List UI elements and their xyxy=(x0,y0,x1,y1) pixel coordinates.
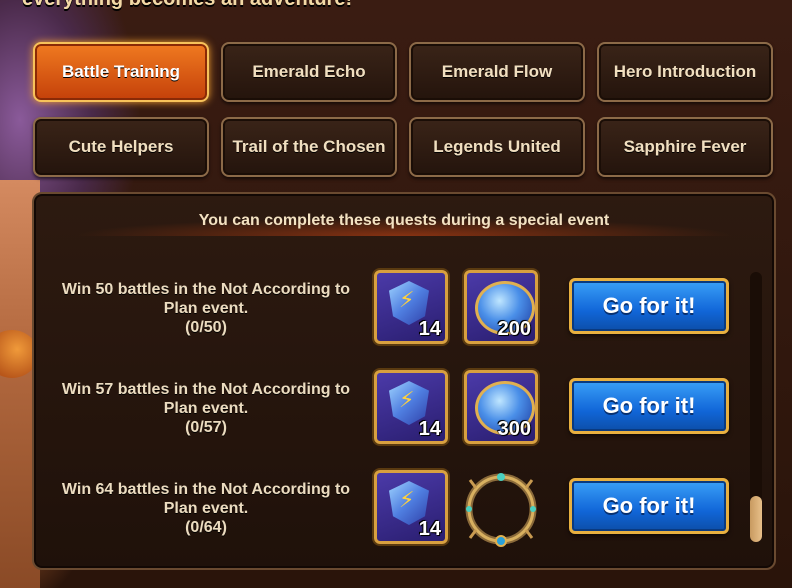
reward-slot[interactable]: 14 xyxy=(374,470,448,544)
quest-row: Win 57 battles in the Not According to P… xyxy=(34,370,754,460)
laurel-ring-icon xyxy=(465,473,537,547)
reward-slot[interactable] xyxy=(458,466,544,552)
quest-text-line: Plan event. xyxy=(163,300,249,317)
tab-emerald-flow[interactable]: Emerald Flow xyxy=(409,42,585,102)
quest-progress: (0/50) xyxy=(185,319,227,336)
quest-scrollbar[interactable] xyxy=(750,272,762,542)
reward-quantity: 14 xyxy=(418,318,441,340)
quest-description: Win 57 battles in the Not According to P… xyxy=(56,380,356,437)
tab-hero-introduction[interactable]: Hero Introduction xyxy=(597,42,773,102)
quest-progress: (0/57) xyxy=(185,419,227,436)
go-for-it-button[interactable]: Go for it! xyxy=(569,378,729,434)
go-for-it-button[interactable]: Go for it! xyxy=(569,278,729,334)
reward-slot[interactable]: 200 xyxy=(464,270,538,344)
tab-cute-helpers[interactable]: Cute Helpers xyxy=(33,117,209,177)
quest-tabs: Battle Training Emerald Echo Emerald Flo… xyxy=(33,42,775,177)
scrollbar-thumb[interactable] xyxy=(750,496,762,542)
reward-slot[interactable]: 300 xyxy=(464,370,538,444)
quest-progress: (0/64) xyxy=(185,519,227,536)
quest-text-line: Plan event. xyxy=(163,500,249,517)
quest-description: Win 64 battles in the Not According to P… xyxy=(56,480,356,537)
go-for-it-button[interactable]: Go for it! xyxy=(569,478,729,534)
quest-panel: You can complete these quests during a s… xyxy=(32,192,776,570)
quest-row: Win 50 battles in the Not According to P… xyxy=(34,270,754,360)
reward-quantity: 200 xyxy=(497,318,531,340)
quest-text-line: Win 50 battles in the Not According to xyxy=(61,281,351,298)
reward-quantity: 14 xyxy=(418,518,441,540)
reward-slot[interactable]: 14 xyxy=(374,270,448,344)
tab-battle-training[interactable]: Battle Training xyxy=(33,42,209,102)
quest-row: Win 64 battles in the Not According to P… xyxy=(34,470,754,560)
quest-text-line: Plan event. xyxy=(163,400,249,417)
quest-description: Win 50 battles in the Not According to P… xyxy=(56,280,356,337)
reward-slot[interactable]: 14 xyxy=(374,370,448,444)
page-heading: everything becomes an adventure! xyxy=(22,0,352,11)
tab-trail-of-the-chosen[interactable]: Trail of the Chosen xyxy=(221,117,397,177)
quest-text-line: Win 64 battles in the Not According to xyxy=(61,481,351,498)
tab-sapphire-fever[interactable]: Sapphire Fever xyxy=(597,117,773,177)
tab-legends-united[interactable]: Legends United xyxy=(409,117,585,177)
quest-text-line: Win 57 battles in the Not According to xyxy=(61,381,351,398)
reward-quantity: 300 xyxy=(497,418,531,440)
reward-quantity: 14 xyxy=(418,418,441,440)
tab-emerald-echo[interactable]: Emerald Echo xyxy=(221,42,397,102)
event-notice: You can complete these quests during a s… xyxy=(74,206,734,236)
